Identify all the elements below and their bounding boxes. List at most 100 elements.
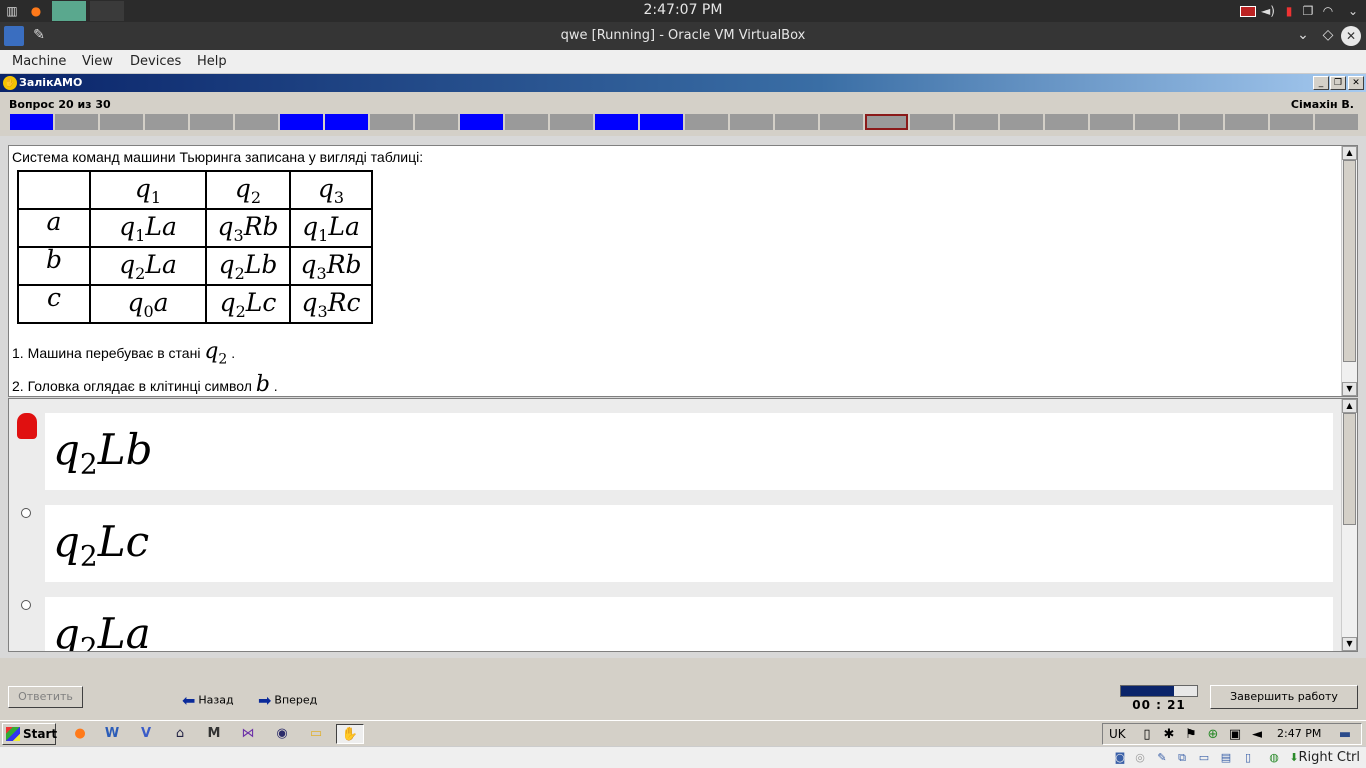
question-cell-4[interactable] xyxy=(145,114,188,130)
menu-view[interactable]: View xyxy=(82,54,113,69)
app-close-button[interactable]: ✕ xyxy=(1348,76,1364,90)
question-cell-24[interactable] xyxy=(1045,114,1088,130)
scroll-thumb[interactable] xyxy=(1343,160,1356,362)
menu-help[interactable]: Help xyxy=(197,54,227,69)
question-cell-20[interactable] xyxy=(865,114,908,130)
question-cell-19[interactable] xyxy=(820,114,863,130)
question-cell-7[interactable] xyxy=(280,114,323,130)
menu-devices[interactable]: Devices xyxy=(130,54,181,69)
question-cell-10[interactable] xyxy=(415,114,458,130)
back-button[interactable]: ⬅ Назад xyxy=(182,691,234,710)
question-cell-3[interactable] xyxy=(100,114,143,130)
display-icon[interactable]: ▯ xyxy=(1240,750,1256,766)
volume-icon[interactable]: ◄) xyxy=(1260,3,1276,19)
table-cell: q3Rc xyxy=(289,284,373,324)
question-cell-6[interactable] xyxy=(235,114,278,130)
security-icon[interactable]: ▣ xyxy=(1225,725,1245,745)
scroll-up-icon[interactable]: ▲ xyxy=(1342,146,1357,160)
forward-button[interactable]: ➡ Вперед xyxy=(258,691,317,710)
table-row-symbol: b xyxy=(17,246,91,286)
question-cell-15[interactable] xyxy=(640,114,683,130)
scroll-down-icon[interactable]: ▼ xyxy=(1342,382,1357,396)
answer-option-1[interactable]: q2Lb xyxy=(45,413,1333,490)
network-status-icon[interactable]: ⊕ xyxy=(1203,725,1223,745)
answer-button[interactable]: Ответить xyxy=(8,686,83,708)
folder-icon[interactable]: ▭ xyxy=(306,724,326,744)
question-cell-22[interactable] xyxy=(955,114,998,130)
volume-icon[interactable]: ◄ xyxy=(1247,725,1267,745)
windows-logo-icon xyxy=(6,727,20,741)
flag-icon[interactable]: ⚑ xyxy=(1181,725,1201,745)
menu-machine[interactable]: Machine xyxy=(12,54,66,69)
question-cell-29[interactable] xyxy=(1270,114,1313,130)
question-scrollbar[interactable]: ▲ ▼ xyxy=(1341,146,1357,396)
start-button[interactable]: Start xyxy=(2,723,57,745)
visual-studio-icon[interactable]: ⋈ xyxy=(238,724,258,744)
copy-icon[interactable]: ❐ xyxy=(1300,3,1316,19)
close-icon[interactable]: ✕ xyxy=(1341,26,1361,46)
question-header: Вопрос 20 из 30 Сімахін В. xyxy=(0,92,1366,136)
scroll-up-icon[interactable]: ▲ xyxy=(1342,399,1357,413)
timer: 00 : 21 xyxy=(1132,698,1186,712)
question-cell-23[interactable] xyxy=(1000,114,1043,130)
usb-device-icon[interactable]: ▭ xyxy=(1196,750,1212,766)
shared-folder-icon[interactable]: ▤ xyxy=(1218,750,1234,766)
question-cell-18[interactable] xyxy=(775,114,818,130)
question-cell-9[interactable] xyxy=(370,114,413,130)
question-cell-14[interactable] xyxy=(595,114,638,130)
question-cell-5[interactable] xyxy=(190,114,233,130)
question-cell-17[interactable] xyxy=(730,114,773,130)
app-taskbar-icon[interactable]: ✋ xyxy=(336,724,364,744)
language-indicator[interactable]: UK xyxy=(1109,727,1126,741)
host-key-label: Right Ctrl xyxy=(1298,750,1361,765)
tray-app-icon[interactable]: ✱ xyxy=(1159,725,1179,745)
question-cell-26[interactable] xyxy=(1135,114,1178,130)
flag-us-icon[interactable] xyxy=(1240,6,1256,17)
eclipse-icon[interactable]: ◉ xyxy=(272,724,292,744)
scroll-down-icon[interactable]: ▼ xyxy=(1342,637,1357,651)
table-cell: q2Lc xyxy=(205,284,291,324)
question-cell-11[interactable] xyxy=(460,114,503,130)
audio-icon[interactable]: ✎ xyxy=(1154,750,1170,766)
battery-icon[interactable]: ▮ xyxy=(1282,3,1296,19)
app-restore-button[interactable]: ❐ xyxy=(1330,76,1346,90)
table-header-cell: q3 xyxy=(289,170,373,210)
question-cell-16[interactable] xyxy=(685,114,728,130)
word-icon[interactable]: W xyxy=(102,724,122,744)
m-app-icon[interactable]: M xyxy=(204,724,224,744)
maximize-diamond-icon[interactable]: ◇ xyxy=(1319,27,1337,43)
selected-answer-marker-icon xyxy=(17,413,37,439)
visio-icon[interactable]: V xyxy=(136,724,156,744)
show-desktop-icon[interactable]: ▬ xyxy=(1335,725,1355,745)
condition-1: 1. Машина перебуває в стані q2 . xyxy=(12,339,235,367)
question-cell-1[interactable] xyxy=(10,114,53,130)
answer-3-radio[interactable] xyxy=(21,600,31,610)
wifi-icon[interactable]: ◠ xyxy=(1320,3,1336,19)
question-cell-8[interactable] xyxy=(325,114,368,130)
question-cell-12[interactable] xyxy=(505,114,548,130)
question-cell-27[interactable] xyxy=(1180,114,1223,130)
question-cell-30[interactable] xyxy=(1315,114,1358,130)
answer-2-radio[interactable] xyxy=(21,508,31,518)
finish-button[interactable]: Завершить работу xyxy=(1210,685,1358,709)
question-cell-28[interactable] xyxy=(1225,114,1268,130)
question-cell-25[interactable] xyxy=(1090,114,1133,130)
answer-option-2[interactable]: q2Lc xyxy=(45,505,1333,582)
usb-icon[interactable]: ▯ xyxy=(1137,725,1157,745)
chevron-down-icon[interactable]: ⌄ xyxy=(1344,3,1362,19)
firefox-icon[interactable]: ● xyxy=(70,724,90,744)
question-cell-21[interactable] xyxy=(910,114,953,130)
app-minimize-button[interactable]: _ xyxy=(1313,76,1329,90)
optical-drive-icon[interactable]: ◎ xyxy=(1132,750,1148,766)
hdd-icon[interactable]: ◙ xyxy=(1112,750,1128,766)
answers-scrollbar[interactable]: ▲ ▼ xyxy=(1341,399,1357,651)
app-title-bar: ✋ ЗалікАМО _ ❐ ✕ xyxy=(0,74,1366,92)
question-cell-2[interactable] xyxy=(55,114,98,130)
minimize-chevron-icon[interactable]: ⌄ xyxy=(1294,27,1312,43)
scroll-thumb[interactable] xyxy=(1343,413,1356,525)
question-cell-13[interactable] xyxy=(550,114,593,130)
network-icon[interactable]: ⌂ xyxy=(170,724,190,744)
recording-icon[interactable]: ◍ xyxy=(1266,750,1282,766)
network-adapter-icon[interactable]: ⧉ xyxy=(1174,750,1190,766)
answer-option-3[interactable]: q2La xyxy=(45,597,1333,651)
